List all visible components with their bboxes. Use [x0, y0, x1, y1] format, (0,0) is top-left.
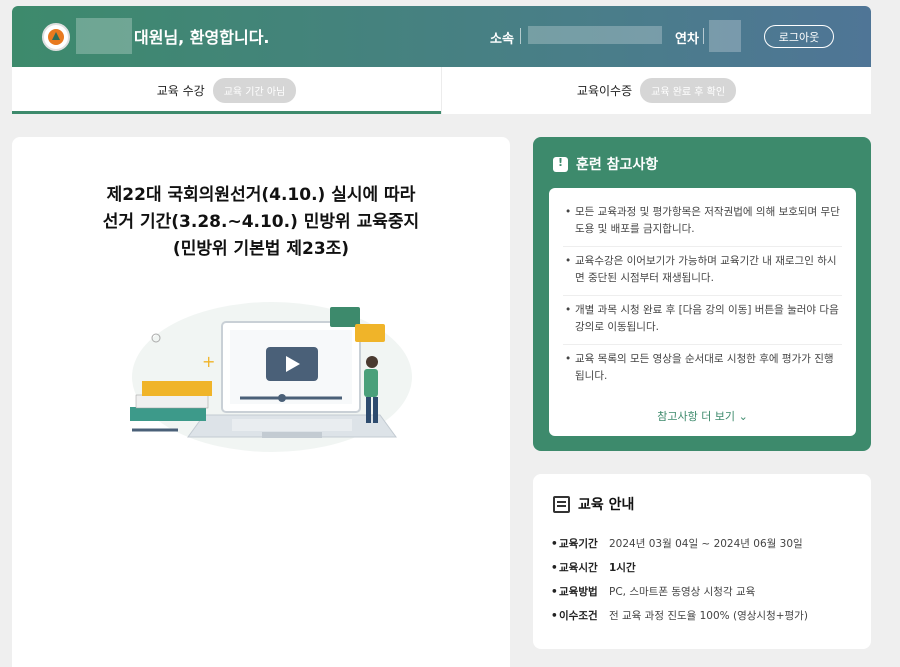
- tab-course-label: 교육 수강: [156, 84, 205, 98]
- book-icon: [553, 495, 570, 513]
- tab-course-status-badge: 교육 기간 아님: [212, 78, 297, 103]
- reference-header: 훈련 참고사항: [553, 154, 658, 174]
- notice-title: 제22대 국회의원선거(4.10.) 실시에 따라 선거 기간(3.28.~4.…: [12, 182, 510, 263]
- training-reference-panel: 훈련 참고사항 모든 교육과정 및 평가항목은 저작권법에 의해 보호되며 무단…: [533, 137, 871, 451]
- education-info-list: 교육기간 2024년 03월 04일 ~ 2024년 06월 30일 교육시간 …: [551, 532, 808, 628]
- list-item: 모든 교육과정 및 평가항목은 저작권법에 의해 보호되며 무단 도용 및 배포…: [563, 198, 842, 247]
- redacted-user-name: [76, 18, 132, 54]
- education-row: 교육시간 1시간: [551, 556, 808, 580]
- education-row: 이수조건 전 교육 과정 진도율 100% (영상시청+평가): [551, 604, 808, 628]
- person-head: [366, 356, 378, 368]
- book-bottom: [130, 407, 206, 421]
- education-header: 교육 안내: [553, 494, 634, 514]
- notice-card: 제22대 국회의원선거(4.10.) 실시에 따라 선거 기간(3.28.~4.…: [12, 137, 510, 667]
- reference-more-link[interactable]: 참고사항 더 보기 ⌄: [549, 408, 856, 424]
- civil-defense-logo: [42, 23, 70, 51]
- notice-line: 제22대 국회의원선거(4.10.) 실시에 따라: [106, 185, 416, 205]
- speech-bubble-green: [330, 307, 360, 327]
- reference-more-label: 참고사항 더 보기: [657, 410, 736, 423]
- list-item: 교육 목록의 모든 영상을 순서대로 시청한 후에 평가가 진행됩니다.: [563, 345, 842, 393]
- laptop-trackpad: [262, 432, 322, 438]
- logout-button[interactable]: 로그아웃: [764, 25, 834, 48]
- alert-speech-icon: [553, 156, 568, 172]
- education-row-key: 교육방법: [551, 580, 609, 604]
- person-leg: [366, 397, 371, 423]
- education-row-value: 전 교육 과정 진도율 100% (영상시청+평가): [609, 610, 808, 622]
- tab-certificate[interactable]: 교육이수증 교육 완료 후 확인: [441, 67, 871, 114]
- education-info-panel: 교육 안내 교육기간 2024년 03월 04일 ~ 2024년 06월 30일…: [533, 474, 871, 649]
- education-row-value: PC, 스마트폰 동영상 시청각 교육: [609, 586, 756, 598]
- tab-certificate-label: 교육이수증: [576, 84, 633, 98]
- notice-line: (민방위 기본법 제23조): [172, 239, 350, 259]
- education-row: 교육방법 PC, 스마트폰 동영상 시청각 교육: [551, 580, 808, 604]
- education-row-value: 1시간: [609, 562, 636, 574]
- year-label: 연차: [675, 32, 699, 47]
- top-header: 대원님, 환영합니다. 소속 연차 로그아웃: [12, 6, 871, 67]
- reference-title: 훈련 참고사항: [576, 157, 659, 173]
- education-row-key: 교육시간: [551, 556, 609, 580]
- education-title: 교육 안내: [578, 497, 635, 513]
- list-item: 교육수강은 이어보기가 가능하며 교육기간 내 재로그인 하시면 중단된 시점부…: [563, 247, 842, 296]
- laptop-keyboard: [232, 419, 352, 431]
- chevron-down-icon: ⌄: [738, 410, 748, 423]
- video-progress-knob: [278, 394, 286, 402]
- divider: [703, 28, 704, 44]
- education-row-key: 교육기간: [551, 532, 609, 556]
- notice-line: 선거 기간(3.28.~4.10.) 민방위 교육중지: [102, 212, 420, 232]
- org-label: 소속: [490, 32, 514, 47]
- list-item: 개별 과목 시청 완료 후 [다음 강의 이동] 버튼을 눌러야 다음 강의로 …: [563, 296, 842, 345]
- online-learning-illustration: +: [130, 302, 412, 452]
- book-middle: [135, 394, 209, 409]
- tab-certificate-status-badge: 교육 완료 후 확인: [640, 78, 737, 103]
- reference-list-box: 모든 교육과정 및 평가항목은 저작권법에 의해 보호되며 무단 도용 및 배포…: [549, 188, 856, 436]
- divider: [520, 28, 521, 44]
- tab-course[interactable]: 교육 수강 교육 기간 아님: [12, 67, 441, 114]
- tab-bar: 교육 수강 교육 기간 아님 교육이수증 교육 완료 후 확인: [12, 67, 871, 114]
- education-row-key: 이수조건: [551, 604, 609, 628]
- speech-bubble-yellow: [355, 324, 385, 342]
- book-top: [142, 381, 212, 396]
- plus-decoration-icon: +: [202, 352, 215, 371]
- welcome-text: 대원님, 환영합니다.: [134, 28, 270, 47]
- redacted-org-value: [528, 26, 662, 44]
- person-body: [364, 369, 378, 397]
- person-leg: [373, 397, 378, 423]
- redacted-year-value: [709, 20, 741, 52]
- education-row-value: 2024년 03월 04일 ~ 2024년 06월 30일: [609, 538, 803, 550]
- education-row: 교육기간 2024년 03월 04일 ~ 2024년 06월 30일: [551, 532, 808, 556]
